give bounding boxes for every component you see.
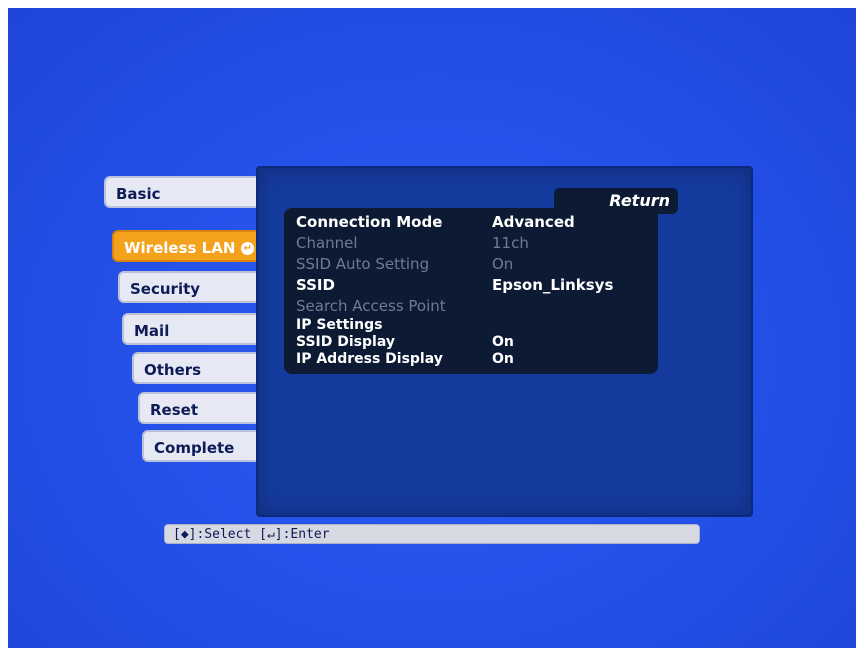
tab-label: Complete — [154, 439, 235, 457]
select-hint: :Select — [196, 527, 252, 542]
row-ip-settings[interactable]: IP Settings — [284, 317, 658, 334]
row-search-access-point: Search Access Point — [284, 296, 658, 317]
tab-label: Others — [144, 361, 202, 379]
row-value: 11ch — [492, 234, 529, 252]
enter-hint: :Enter — [282, 527, 330, 542]
row-value: On — [492, 351, 514, 367]
tab-others[interactable]: Others — [132, 352, 262, 384]
row-ssid-auto-setting: SSID Auto Setting On — [284, 254, 658, 275]
row-label: SSID — [296, 276, 335, 294]
row-connection-mode[interactable]: Connection Mode Advanced — [284, 212, 658, 233]
enter-icon: ↵ — [241, 242, 255, 255]
row-label: SSID Auto Setting — [296, 255, 430, 273]
row-label: Channel — [296, 234, 358, 252]
row-value: On — [492, 255, 514, 273]
bracket-left: [ — [173, 527, 181, 542]
row-value: Epson_Linksys — [492, 276, 614, 294]
tab-label: Reset — [150, 401, 198, 419]
tab-label: Wireless LAN — [124, 239, 236, 257]
tab-basic[interactable]: Basic — [104, 176, 262, 208]
tab-label: Mail — [134, 322, 170, 340]
row-channel: Channel 11ch — [284, 233, 658, 254]
settings-list: Connection Mode Advanced Channel 11ch SS… — [284, 208, 658, 374]
bracket-right: ] — [274, 527, 283, 542]
row-label: IP Address Display — [296, 351, 443, 367]
row-ip-address-display[interactable]: IP Address Display On — [284, 351, 658, 368]
tab-label: Basic — [116, 185, 161, 203]
help-bar: [◆]:Select [↵]:Enter — [164, 524, 700, 544]
projector-screen: Basic Wireless LAN ↵ Security Mail Others… — [8, 8, 856, 648]
settings-panel: Return Connection Mode Advanced Channel … — [256, 166, 753, 517]
tab-mail[interactable]: Mail — [122, 313, 262, 345]
tab-reset[interactable]: Reset — [138, 392, 262, 424]
bracket-left: [ — [259, 527, 267, 542]
row-label: Search Access Point — [296, 297, 446, 315]
enter-icon: ↵ — [266, 527, 275, 542]
tab-label: Security — [130, 280, 201, 298]
row-label: SSID Display — [296, 334, 395, 350]
row-label: Connection Mode — [296, 213, 443, 231]
row-ssid[interactable]: SSID Epson_Linksys — [284, 275, 658, 296]
tab-wireless-lan[interactable]: Wireless LAN ↵ — [112, 230, 262, 262]
row-value: On — [492, 334, 514, 350]
row-ssid-display[interactable]: SSID Display On — [284, 334, 658, 351]
row-label: IP Settings — [296, 317, 383, 333]
up-down-arrow-icon: ◆ — [180, 527, 189, 542]
tab-security[interactable]: Security — [118, 271, 262, 303]
row-value: Advanced — [492, 213, 575, 231]
tab-complete[interactable]: Complete — [142, 430, 262, 462]
